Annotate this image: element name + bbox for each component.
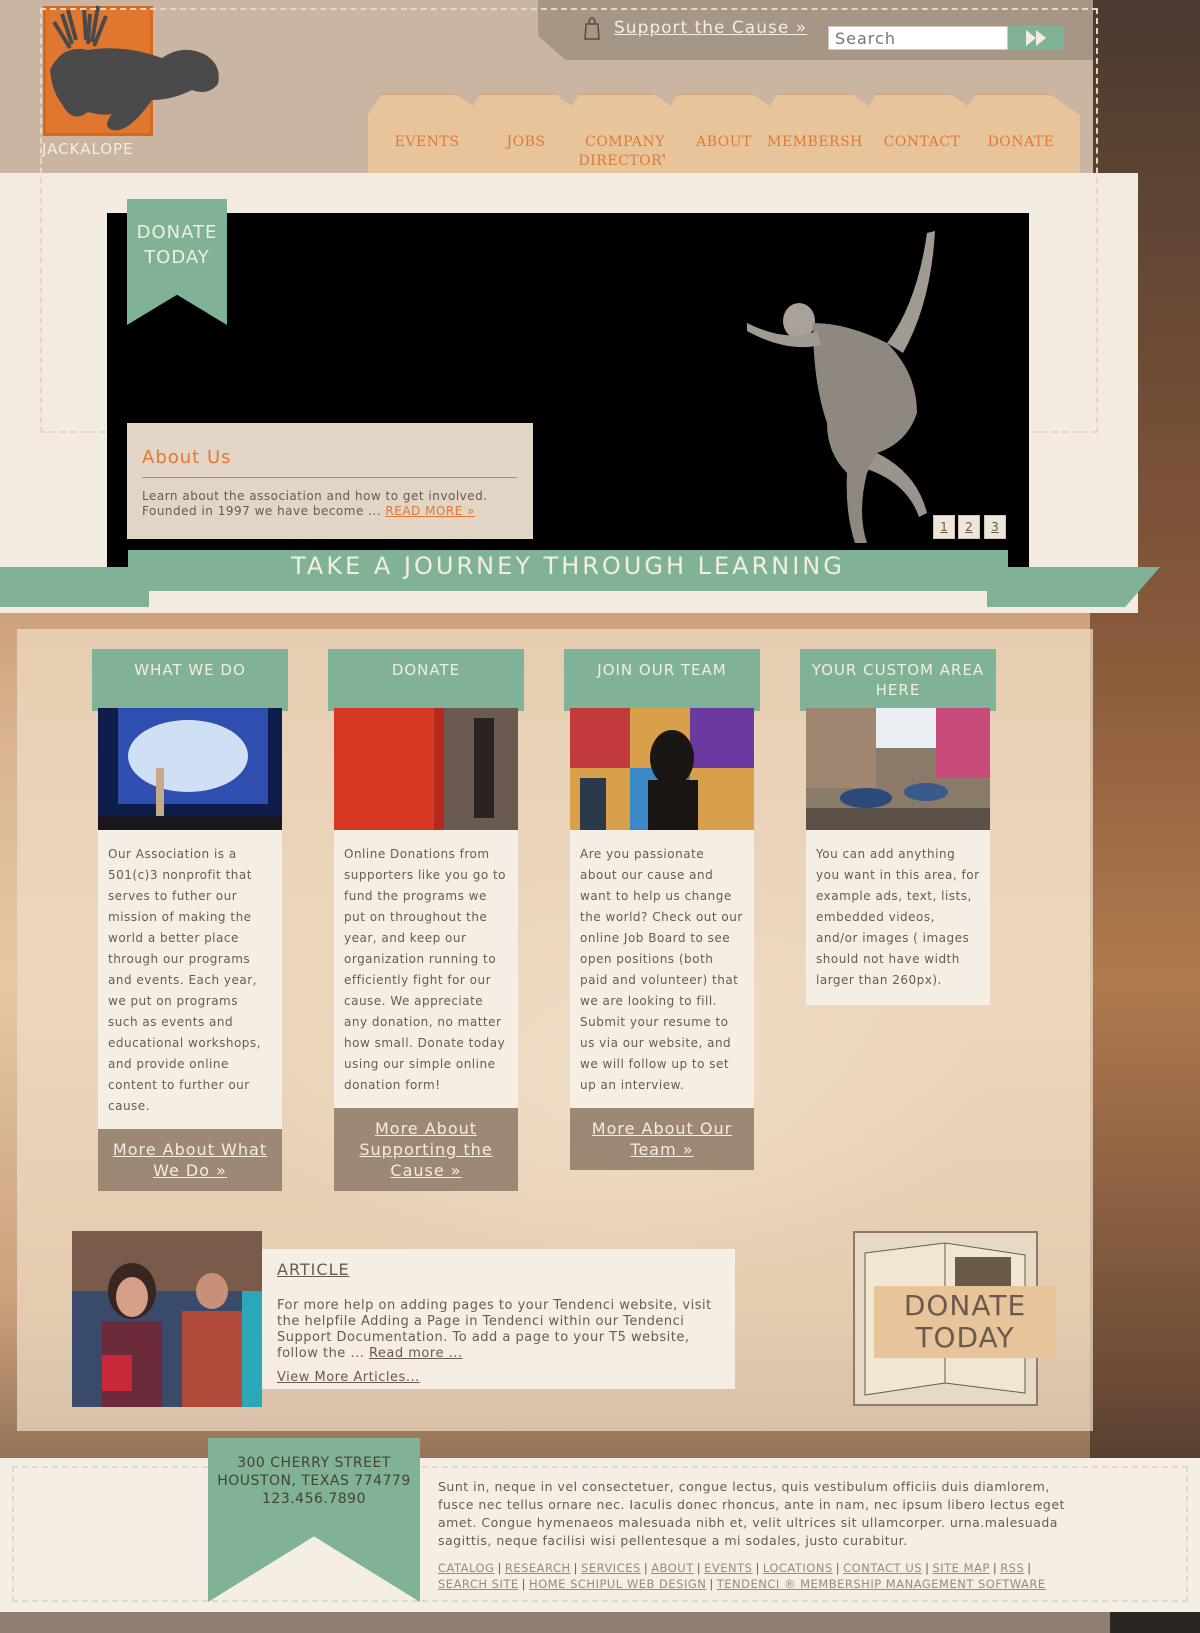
about-us-box <box>127 423 533 539</box>
footer-link-schipul[interactable]: HOME SCHIPUL WEB DESIGN <box>529 1577 706 1591</box>
separator: | <box>521 1577 527 1591</box>
more-about-what-we-do-link[interactable]: More About What We Do » <box>98 1129 282 1191</box>
separator: | <box>925 1561 930 1575</box>
card-body: Our Association is a 501(c)3 nonprofit t… <box>98 830 282 1131</box>
footer-link-events[interactable]: EVENTS <box>704 1561 752 1575</box>
tagline-underbar <box>149 591 987 608</box>
card-title: JOIN OUR TEAM <box>597 661 727 679</box>
street-image <box>806 708 990 830</box>
separator: | <box>497 1561 502 1575</box>
donate-ribbon-label: DONATE TODAY <box>136 222 218 268</box>
separator: | <box>992 1561 998 1575</box>
more-about-supporting-link[interactable]: More About Supporting the Cause » <box>334 1108 518 1191</box>
card-header <box>564 649 760 711</box>
presentation-image <box>98 708 282 830</box>
card-title: WHAT WE DO <box>134 661 246 679</box>
separator: | <box>755 1561 760 1575</box>
footer-address: 300 CHERRY STREET HOUSTON, TEXAS 774779 … <box>208 1454 420 1508</box>
separator: | <box>643 1561 649 1575</box>
card-header <box>92 649 288 711</box>
footer-link-about[interactable]: ABOUT <box>651 1561 694 1575</box>
footer-link-locations[interactable]: LOCATIONS <box>763 1561 833 1575</box>
footer-links: CATALOG | RESEARCH | SERVICES | ABOUT | EVENTS | L… <box>438 1560 1078 1592</box>
address-line-2: HOUSTON, TEXAS 774779 <box>217 1473 411 1489</box>
card-body: You can add anything you want in this ar… <box>806 830 990 1005</box>
card-title: DONATE <box>391 661 461 679</box>
bottom-bar <box>0 1612 1200 1633</box>
view-more-articles-link[interactable]: View More Articles... <box>277 1370 420 1385</box>
read-more-link[interactable]: Read more ... <box>369 1346 463 1361</box>
more-about-our-team-link[interactable]: More About Our Team » <box>570 1108 754 1170</box>
address-line-1: 300 CHERRY STREET <box>237 1455 391 1471</box>
separator: | <box>696 1561 702 1575</box>
footer-link-contact-us[interactable]: CONTACT US <box>843 1561 922 1575</box>
card-body: Are you passionate about our cause and w… <box>570 830 754 1110</box>
slide-page-2[interactable]: 2 <box>958 515 980 539</box>
bottom-bar-dark <box>1110 1612 1200 1633</box>
about-divider <box>142 477 517 478</box>
card-header <box>328 649 524 711</box>
footer-link-research[interactable]: RESEARCH <box>505 1561 571 1575</box>
footer-link-search-site[interactable]: SEARCH SITE <box>438 1577 519 1591</box>
gallery-image <box>570 708 754 830</box>
read-more-link[interactable]: READ MORE » <box>385 504 475 518</box>
footer-link-tendenci[interactable]: TENDENCI ® MEMBERSHIP MANAGEMENT SOFTWAR… <box>717 1577 1046 1591</box>
article-text: For more help on adding pages to your Te… <box>277 1298 717 1362</box>
tagline: TAKE A JOURNEY THROUGH LEARNING <box>291 552 845 580</box>
lockers-image <box>334 708 518 830</box>
donate-today-label: DONATE TODAY <box>874 1286 1056 1358</box>
about-us-title: About Us <box>142 447 232 468</box>
slide-page-1[interactable]: 1 <box>933 515 955 539</box>
footer-link-services[interactable]: SERVICES <box>581 1561 641 1575</box>
card-title: YOUR CUSTOM AREA HERE <box>811 661 985 699</box>
slide-page-3[interactable]: 3 <box>984 515 1006 539</box>
separator: | <box>573 1561 579 1575</box>
separator: | <box>835 1561 841 1575</box>
article-body: For more help on adding pages to your Te… <box>277 1298 712 1361</box>
about-us-text: Learn about the association and how to g… <box>142 489 522 519</box>
footer-text: Sunt in, neque in vel consectetuer, cong… <box>438 1479 1065 1548</box>
footer-link-rss[interactable]: RSS <box>1000 1561 1024 1575</box>
students-image <box>72 1231 262 1407</box>
article-title[interactable]: ARTICLE <box>277 1260 350 1279</box>
footer-link-catalog[interactable]: CATALOG <box>438 1561 494 1575</box>
card-body: Online Donations from supporters like yo… <box>334 830 518 1110</box>
separator: | <box>709 1577 714 1591</box>
footer-link-site-map[interactable]: SITE MAP <box>932 1561 989 1575</box>
phone-number: 123.456.7890 <box>262 1491 366 1507</box>
separator: | <box>1027 1561 1032 1575</box>
